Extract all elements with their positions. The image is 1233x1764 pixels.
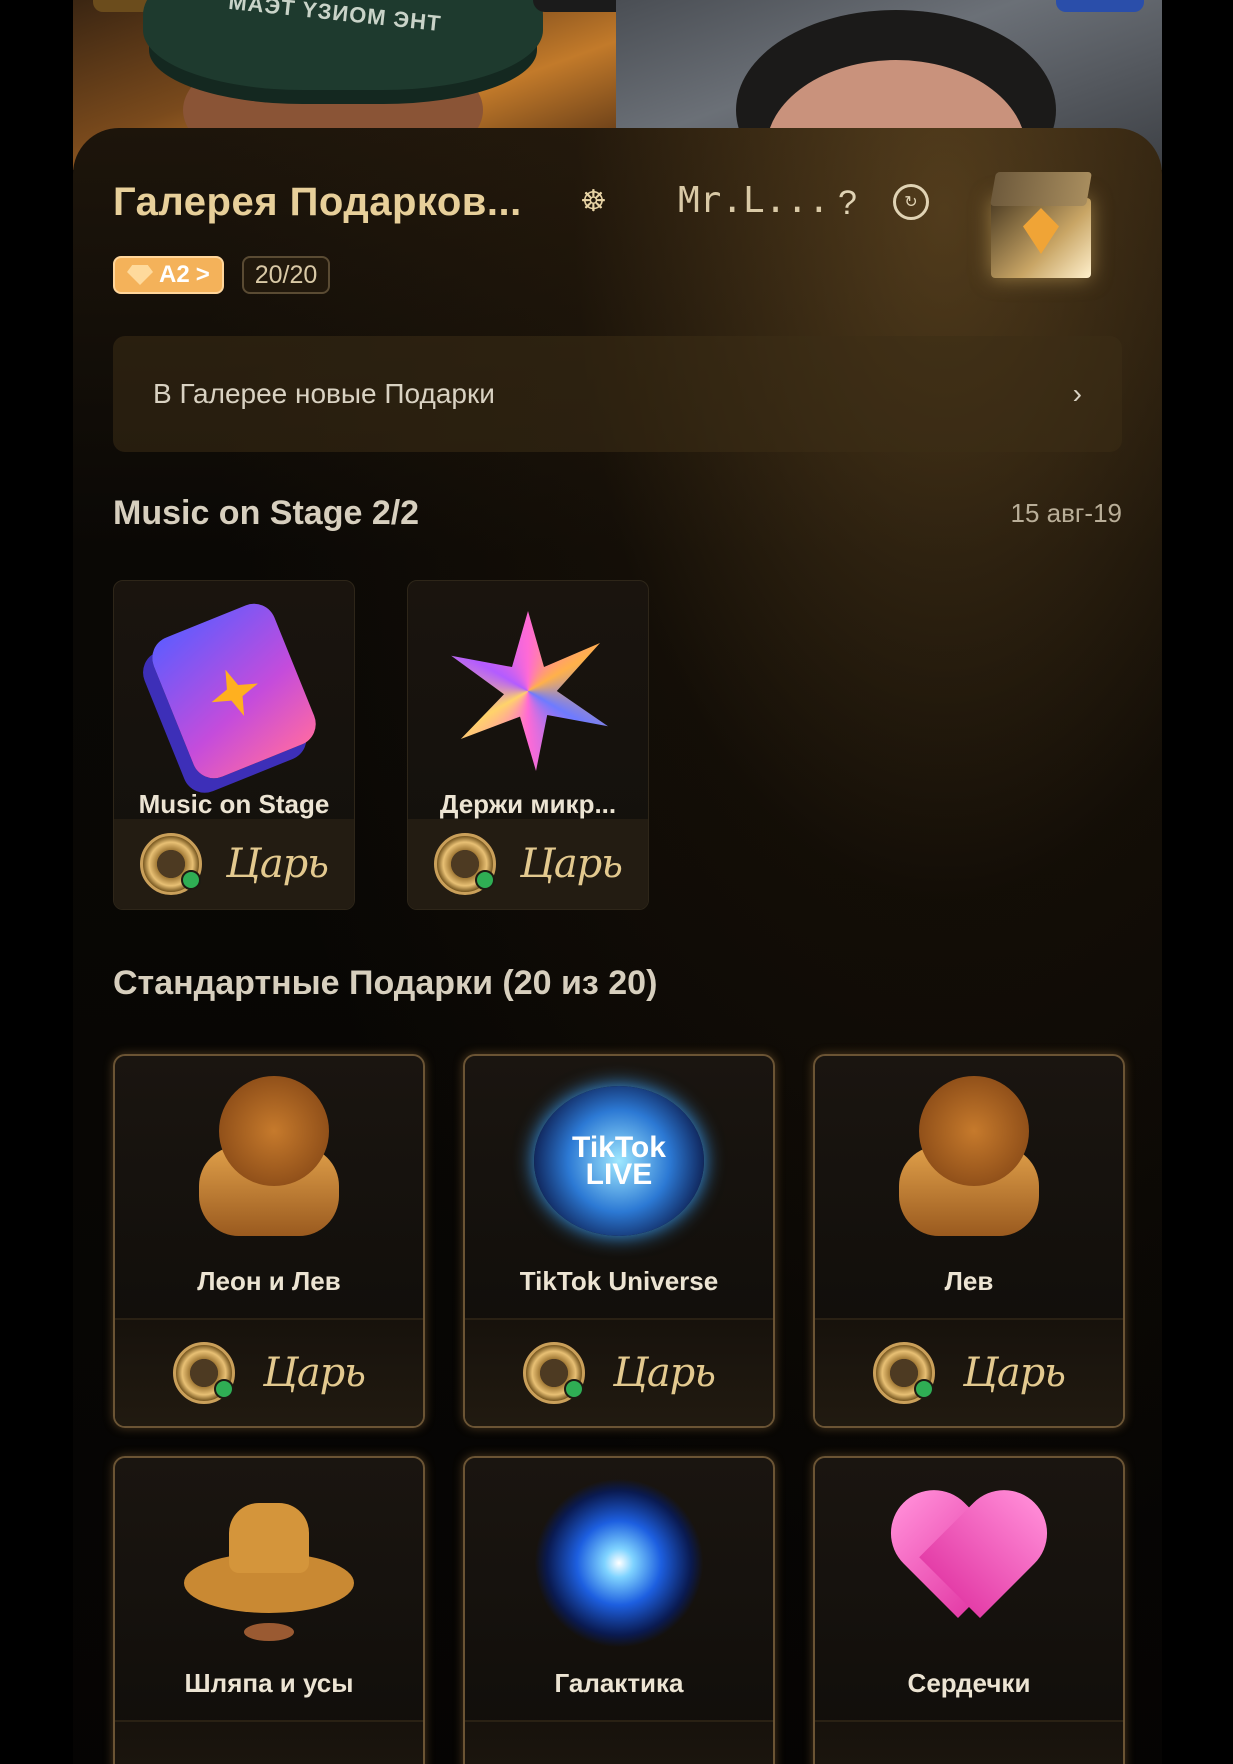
gift-card-music-on-stage[interactable]: Music on Stage Царь	[113, 580, 355, 910]
gift-signer: Царь	[114, 819, 354, 909]
section-date: 15 авг-19	[1010, 498, 1122, 528]
ticket-icon	[114, 581, 354, 801]
gift-signer: Царь	[465, 1318, 773, 1426]
signature: Царь	[612, 1350, 716, 1396]
level-tag-right	[1056, 0, 1144, 12]
gift-name: TikTok Universe	[519, 1266, 719, 1296]
gift-card-leon-and-lion[interactable]: Леон и Лев Царь	[113, 1054, 425, 1428]
gift-name: Music on Stage	[138, 789, 330, 819]
gift-card-hearts[interactable]: Сердечки	[813, 1456, 1125, 1764]
gift-name: Лев	[944, 1266, 994, 1296]
gift-signer	[465, 1720, 773, 1764]
gift-name: Сердечки	[907, 1668, 1031, 1698]
banner-text: В Галерее новые Подарки	[153, 378, 495, 409]
section-title-standard: Стандартные Подарки (20 из 20)	[113, 964, 658, 1002]
signature: Царь	[962, 1350, 1066, 1396]
gift-signer: Царь	[408, 819, 648, 909]
gift-card-tiktok-universe[interactable]: TikTok LIVE TikTok Universe Царь	[463, 1054, 775, 1428]
microphone-icon	[408, 581, 648, 801]
gift-gallery-panel: Галерея Подарков... ☸ Mr.L... ? ↻ A2 > 2…	[73, 128, 1162, 1764]
signature: Царь	[519, 841, 623, 887]
screen: MAЭT YЗИOM ЭНТ Галерея Подарков... ☸ Mr.…	[0, 0, 1233, 1764]
replay-icon[interactable]: ↻	[893, 184, 929, 220]
tier-badge[interactable]: A2 >	[113, 256, 224, 294]
gift-name: Леон и Лев	[197, 1266, 341, 1296]
section-title-music: Music on Stage 2/2	[113, 494, 420, 532]
gift-card-galaxy[interactable]: Галактика	[463, 1456, 775, 1764]
tier-badge-label: A2	[159, 261, 190, 288]
progress-counter: 20/20	[241, 256, 331, 294]
hat-icon	[115, 1458, 423, 1668]
gallery-cube-icon	[985, 172, 1097, 284]
gift-name: Галактика	[554, 1668, 684, 1698]
lion-cub-icon	[115, 1056, 423, 1266]
signature: Царь	[225, 841, 329, 887]
avatar	[872, 1342, 935, 1404]
chevron-right-icon: >	[195, 261, 210, 288]
gift-name: Шляпа и усы	[184, 1668, 354, 1698]
gift-card-hat-and-mustache[interactable]: Шляпа и усы	[113, 1456, 425, 1764]
gift-signer	[115, 1720, 423, 1764]
chevron-right-icon: ›	[1072, 378, 1082, 409]
signature: Царь	[262, 1350, 366, 1396]
heart-icon	[815, 1458, 1123, 1668]
gift-signer: Царь	[815, 1318, 1123, 1426]
avatar	[139, 833, 202, 895]
lion-icon	[815, 1056, 1123, 1266]
wheel-icon[interactable]: ☸	[580, 184, 607, 219]
diamond-icon	[127, 265, 153, 285]
gift-signer: Царь	[115, 1318, 423, 1426]
gift-name: Держи микр...	[439, 789, 617, 819]
avatar	[522, 1342, 585, 1404]
tiktok-live-icon: TikTok LIVE	[465, 1056, 773, 1266]
avatar	[172, 1342, 235, 1404]
gift-card-mic[interactable]: Держи микр... Царь	[407, 580, 649, 910]
gift-signer	[815, 1720, 1123, 1764]
avatar	[433, 833, 496, 895]
new-gifts-banner[interactable]: В Галерее новые Подарки ›	[113, 336, 1122, 452]
galaxy-icon	[465, 1458, 773, 1668]
help-icon[interactable]: ?	[838, 184, 857, 223]
gift-card-lion[interactable]: Лев Царь	[813, 1054, 1125, 1428]
badge-row: A2 > 20/20	[113, 256, 331, 294]
creator-name[interactable]: Mr.L...	[678, 180, 830, 221]
page-title: Галерея Подарков...	[113, 180, 522, 224]
